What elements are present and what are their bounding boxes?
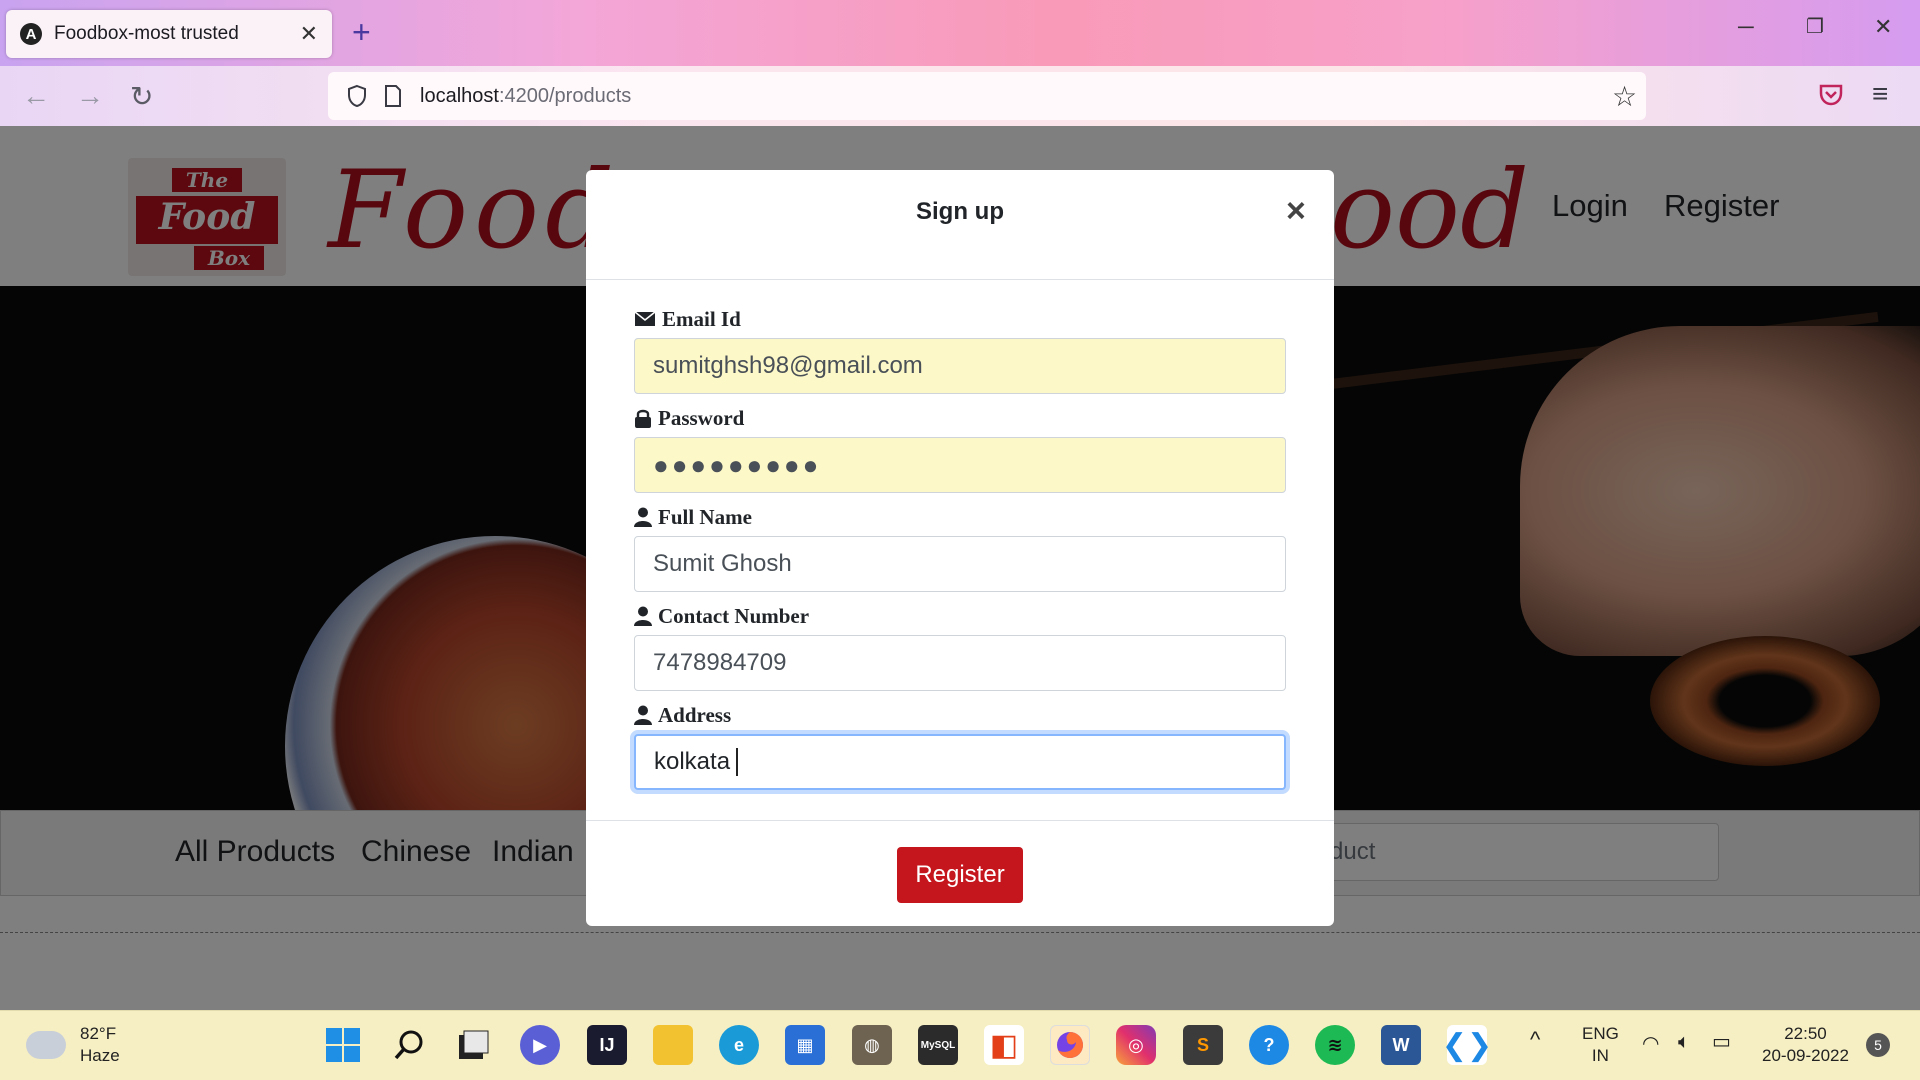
teams-chat-icon[interactable]: ▶	[520, 1025, 560, 1065]
user-icon	[634, 705, 652, 725]
window-close-icon[interactable]: ✕	[1874, 14, 1892, 40]
clock[interactable]: 22:50 20-09-2022	[1762, 1023, 1849, 1067]
microsoft-store-icon[interactable]: ▦	[785, 1025, 825, 1065]
mysql-icon[interactable]: MySQL	[918, 1025, 958, 1065]
fullname-label: Full Name	[634, 504, 1286, 530]
password-label: Password	[634, 405, 1286, 431]
word-icon[interactable]: W	[1381, 1025, 1421, 1065]
restore-icon[interactable]: ❐	[1806, 14, 1824, 39]
clock-time: 22:50	[1784, 1024, 1827, 1043]
fullname-field-group: Full Name Sumit Ghosh	[634, 504, 1286, 592]
tab-title: Foodbox-most trusted	[54, 23, 239, 44]
forward-arrow-icon[interactable]: →	[76, 80, 104, 112]
email-input[interactable]: sumitghsh98@gmail.com	[634, 338, 1286, 394]
fullname-value: Sumit Ghosh	[653, 550, 792, 577]
intellij-icon[interactable]: IJ	[587, 1025, 627, 1065]
volume-icon[interactable]: 🔈︎	[1678, 1031, 1690, 1053]
envelope-icon	[634, 311, 656, 326]
email-value: sumitghsh98@gmail.com	[653, 352, 923, 379]
reload-icon[interactable]: ↻	[130, 80, 153, 113]
angular-favicon-icon: A	[20, 23, 42, 45]
contact-value: 7478984709	[653, 649, 787, 676]
shield-icon[interactable]	[346, 84, 368, 108]
bookmark-star-icon[interactable]: ☆	[1612, 80, 1637, 113]
notification-badge[interactable]: 5	[1866, 1033, 1890, 1057]
signup-modal: Sign up × Email Id sumitghsh98@gmail.com…	[586, 170, 1334, 926]
contact-label-text: Contact Number	[658, 603, 810, 628]
fullname-input[interactable]: Sumit Ghosh	[634, 536, 1286, 592]
language-indicator[interactable]: ENG IN	[1582, 1023, 1619, 1067]
text-caret	[736, 748, 739, 776]
menu-hamburger-icon[interactable]: ≡	[1872, 78, 1888, 110]
url-host: localhost	[420, 84, 499, 107]
register-submit-button[interactable]: Register	[897, 847, 1023, 903]
new-tab-button[interactable]: +	[352, 14, 371, 51]
windows-start-icon[interactable]	[323, 1025, 363, 1065]
search-icon[interactable]	[389, 1025, 429, 1065]
fullname-label-text: Full Name	[658, 504, 752, 529]
password-field-group: Password ●●●●●●●●●	[634, 405, 1286, 493]
address-label-text: Address	[658, 702, 732, 727]
instagram-icon[interactable]: ◎	[1116, 1025, 1156, 1065]
contact-input[interactable]: 7478984709	[634, 635, 1286, 691]
wifi-icon[interactable]: ◠	[1642, 1033, 1659, 1055]
password-input[interactable]: ●●●●●●●●●	[634, 437, 1286, 493]
lock-icon	[635, 409, 651, 428]
battery-icon[interactable]: ▭	[1712, 1031, 1731, 1053]
address-label: Address	[634, 702, 1286, 728]
weather-widget[interactable]: 82°F Haze	[26, 1023, 120, 1067]
url-path: :4200/products	[498, 84, 632, 107]
address-bar[interactable]: localhost :4200/products ☆	[328, 72, 1646, 120]
sublime-text-icon[interactable]: S	[1183, 1025, 1223, 1065]
browser-navbar: ← → ↻ localhost :4200/products ☆ ≡	[0, 66, 1920, 126]
back-arrow-icon[interactable]: ←	[22, 80, 50, 112]
chevron-up-icon[interactable]: ^	[1530, 1029, 1540, 1051]
cloud-sun-icon	[26, 1023, 66, 1059]
firefox-icon[interactable]	[1050, 1025, 1090, 1065]
language-code: ENG	[1582, 1024, 1619, 1043]
user-icon	[634, 606, 652, 626]
password-value: ●●●●●●●●●	[653, 449, 822, 480]
help-icon[interactable]: ?	[1249, 1025, 1289, 1065]
screen: A Foodbox-most trusted ✕ + ─ ❐ ✕ ← → ↻ l…	[0, 0, 1920, 1080]
modal-header: Sign up ×	[586, 170, 1334, 280]
vscode-icon[interactable]: ❮❯	[1442, 1025, 1492, 1065]
task-view-icon[interactable]	[454, 1025, 494, 1065]
contact-field-group: Contact Number 7478984709	[634, 603, 1286, 691]
email-label-text: Email Id	[662, 306, 741, 331]
address-field-group: Address kolkata	[634, 702, 1286, 790]
spotify-icon[interactable]: ≋	[1315, 1025, 1355, 1065]
email-label: Email Id	[634, 306, 1286, 332]
contact-label: Contact Number	[634, 603, 1286, 629]
tab-close-icon[interactable]: ✕	[300, 21, 318, 47]
page-icon	[385, 85, 401, 107]
weather-condition: Haze	[80, 1046, 120, 1065]
browser-tabbar: A Foodbox-most trusted ✕ + ─ ❐ ✕	[0, 0, 1920, 66]
windows-taskbar: 82°F Haze ▶ IJ e ▦ ◍ MySQL ◧ ◎ S ? ≋ W ❮…	[0, 1010, 1920, 1080]
pocket-icon[interactable]	[1818, 82, 1844, 108]
email-field-group: Email Id sumitghsh98@gmail.com	[634, 306, 1286, 394]
edge-icon[interactable]: e	[719, 1025, 759, 1065]
password-label-text: Password	[658, 405, 745, 430]
app-icon[interactable]: ◍	[852, 1025, 892, 1065]
weather-text: 82°F Haze	[80, 1023, 120, 1067]
close-icon[interactable]: ×	[1286, 192, 1306, 231]
file-explorer-icon[interactable]	[653, 1025, 693, 1065]
modal-footer: Register	[586, 820, 1334, 926]
clock-date: 20-09-2022	[1762, 1046, 1849, 1065]
user-icon	[634, 507, 652, 527]
browser-tab[interactable]: A Foodbox-most trusted ✕	[6, 10, 332, 58]
minimize-icon[interactable]: ─	[1738, 14, 1754, 40]
temperature: 82°F	[80, 1024, 117, 1043]
region-code: IN	[1591, 1046, 1609, 1065]
office-icon[interactable]: ◧	[984, 1025, 1024, 1065]
address-value: kolkata	[654, 748, 731, 775]
modal-title: Sign up	[916, 198, 1004, 225]
address-input[interactable]: kolkata	[634, 734, 1286, 790]
